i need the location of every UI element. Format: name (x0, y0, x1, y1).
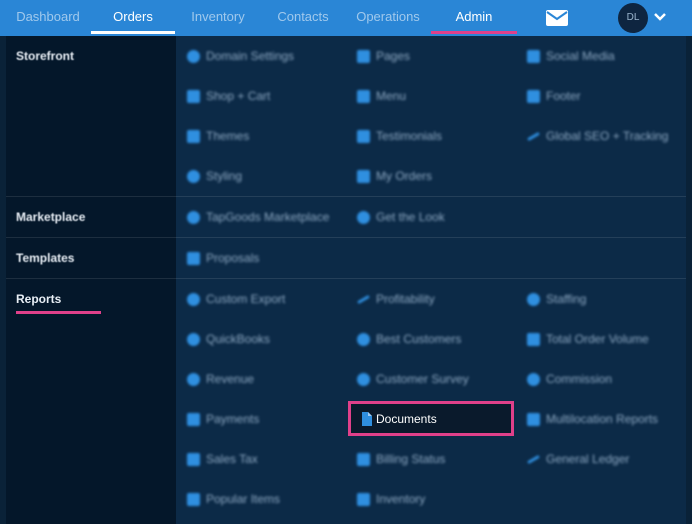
admin-menu-sections (6, 36, 176, 524)
menu-item-staffing[interactable]: Staffing (527, 289, 586, 309)
menu-icon (357, 90, 370, 104)
nav-contacts[interactable]: Contacts (264, 0, 342, 34)
menu-item-styling[interactable]: Styling (187, 166, 242, 186)
menu-item-best-customers[interactable]: Best Customers (357, 329, 461, 349)
menu-item-payments[interactable]: Payments (187, 409, 259, 429)
menu-item-social-media[interactable]: Social Media (527, 46, 615, 66)
menu-item-general-ledger[interactable]: General Ledger (527, 449, 629, 469)
footer-icon (527, 90, 540, 104)
avatar[interactable]: DL (618, 3, 648, 33)
star-icon (357, 211, 370, 225)
section-divider (6, 278, 686, 279)
cart-icon (357, 170, 370, 184)
menu-item-billing-status[interactable]: Billing Status (357, 449, 445, 469)
nav-admin[interactable]: Admin (431, 0, 517, 34)
menu-item-tapgoods-marketplace[interactable]: TapGoods Marketplace (187, 207, 329, 227)
menu-item-profitability[interactable]: Profitability (357, 289, 435, 309)
document-icon (362, 412, 372, 426)
menu-item-proposals[interactable]: Proposals (187, 248, 259, 268)
percent-icon (187, 453, 200, 467)
comment-icon (357, 130, 370, 144)
menu-item-total-order-volume[interactable]: Total Order Volume (527, 329, 649, 349)
menu-item-label: Documents (376, 412, 437, 426)
nav-orders[interactable]: Orders (91, 0, 175, 34)
menu-item-sales-tax[interactable]: Sales Tax (187, 449, 258, 469)
trend-icon (527, 455, 540, 465)
grid-icon (187, 130, 200, 144)
menu-item-shop-cart[interactable]: Shop + Cart (187, 86, 270, 106)
reports-active-indicator (16, 311, 101, 314)
drop-icon (187, 170, 200, 184)
menu-item-revenue[interactable]: Revenue (187, 369, 254, 389)
menu-item-pages[interactable]: Pages (357, 46, 410, 66)
link-icon (187, 211, 200, 225)
menu-item-get-the-look[interactable]: Get the Look (357, 207, 445, 227)
section-reports[interactable]: Reports (16, 292, 61, 306)
menu-item-customer-survey[interactable]: Customer Survey (357, 369, 469, 389)
nav-operations[interactable]: Operations (348, 0, 428, 34)
menu-item-domain-settings[interactable]: Domain Settings (187, 46, 294, 66)
menu-item-footer[interactable]: Footer (527, 86, 581, 106)
document-icon (187, 252, 200, 266)
quickbooks-icon (187, 333, 200, 347)
globe-icon (187, 50, 200, 64)
nav-inventory[interactable]: Inventory (180, 0, 256, 34)
section-marketplace[interactable]: Marketplace (16, 210, 85, 224)
money-bag-icon (187, 373, 200, 387)
thumbs-up-icon (527, 50, 540, 64)
menu-item-my-orders[interactable]: My Orders (357, 166, 432, 186)
menu-item-documents[interactable]: Documents (348, 401, 514, 436)
receipt-icon (527, 333, 540, 347)
pages-icon (357, 50, 370, 64)
section-templates[interactable]: Templates (16, 251, 74, 265)
menu-item-global-seo[interactable]: Global SEO + Tracking (527, 126, 668, 146)
users-icon (357, 333, 370, 347)
mail-icon[interactable] (545, 9, 569, 27)
trend-icon (357, 295, 370, 305)
top-navigation: Dashboard Orders Inventory Contacts Oper… (0, 0, 692, 36)
menu-item-menu[interactable]: Menu (357, 86, 406, 106)
section-divider (6, 196, 686, 197)
cart-icon (187, 90, 200, 104)
nav-dashboard[interactable]: Dashboard (10, 0, 86, 34)
trend-icon (527, 132, 540, 142)
gear-icon (527, 293, 540, 307)
menu-item-multilocation-reports[interactable]: Multilocation Reports (527, 409, 658, 429)
background-edge (686, 36, 692, 524)
flag-icon (527, 413, 540, 427)
receipt-icon (357, 453, 370, 467)
menu-item-custom-export[interactable]: Custom Export (187, 289, 285, 309)
users-icon (527, 373, 540, 387)
power-icon (187, 293, 200, 307)
section-storefront[interactable]: Storefront (16, 49, 74, 63)
menu-item-testimonials[interactable]: Testimonials (357, 126, 442, 146)
menu-item-commission[interactable]: Commission (527, 369, 612, 389)
menu-item-themes[interactable]: Themes (187, 126, 249, 146)
grid-icon (357, 493, 370, 507)
receipt-icon (187, 413, 200, 427)
menu-item-inventory[interactable]: Inventory (357, 489, 425, 509)
smile-icon (357, 373, 370, 387)
chevron-down-icon[interactable] (653, 12, 667, 22)
grid-icon (187, 493, 200, 507)
menu-item-quickbooks[interactable]: QuickBooks (187, 329, 270, 349)
section-divider (6, 237, 686, 238)
menu-item-popular-items[interactable]: Popular Items (187, 489, 280, 509)
